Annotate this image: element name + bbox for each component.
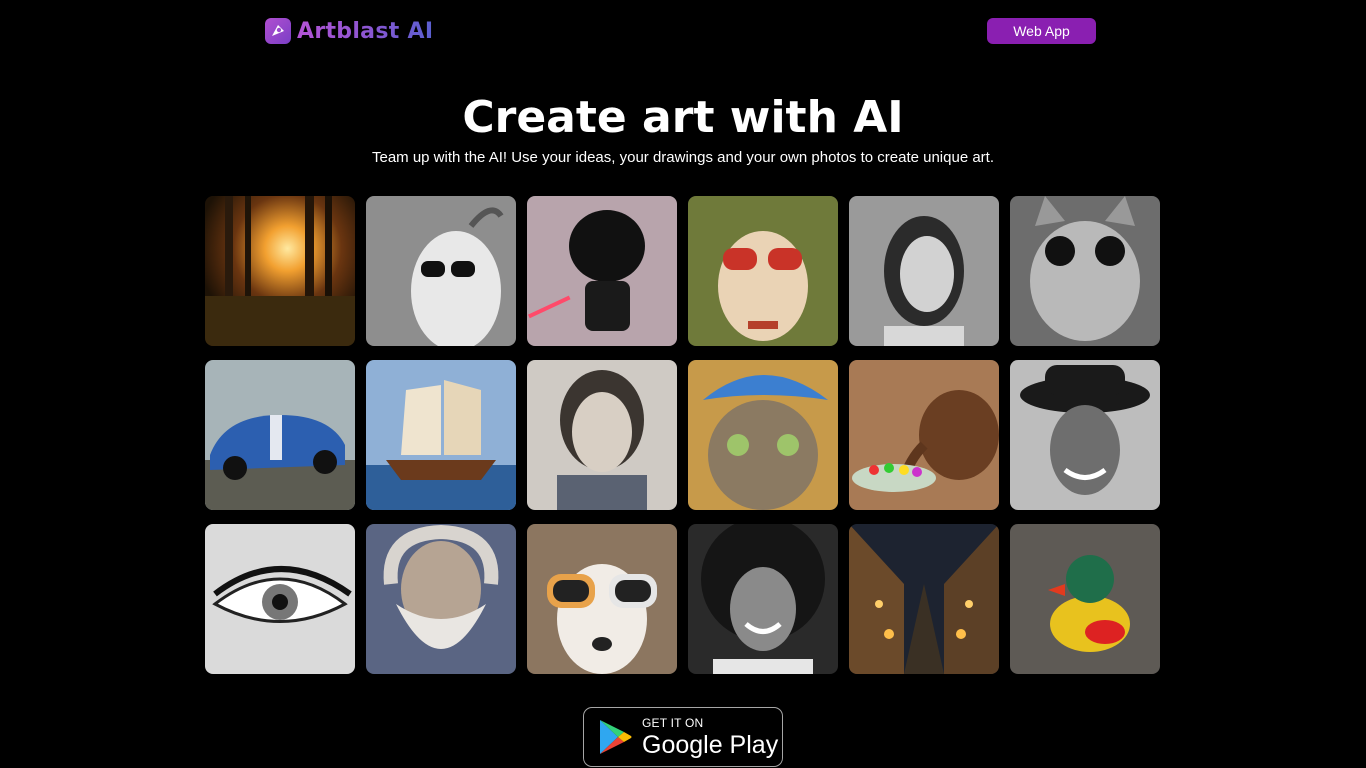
gallery-image-cat-with-blue-hat[interactable] — [688, 360, 838, 510]
gallery-image-rubber-duck[interactable] — [1010, 524, 1160, 674]
gallery-image-old-wizard-portrait[interactable] — [366, 524, 516, 674]
gallery-image-sailing-ship[interactable] — [366, 360, 516, 510]
page-title: Create art with AI — [462, 92, 904, 143]
google-play-icon — [598, 718, 632, 756]
brand-logo[interactable]: Artblast AI — [265, 17, 433, 45]
artblast-logo-icon — [265, 18, 291, 44]
badge-store-name: Google Play — [642, 730, 779, 759]
gallery-image-goat-with-sunglasses[interactable] — [366, 196, 516, 346]
art-gallery — [205, 196, 1160, 674]
brand-name: Artblast AI — [297, 18, 434, 44]
gallery-image-painted-girl-portrait[interactable] — [527, 360, 677, 510]
gallery-image-night-street[interactable] — [849, 524, 999, 674]
gallery-image-wooden-elephant-with-candy[interactable] — [849, 360, 999, 510]
gallery-image-forest-sunset[interactable] — [205, 196, 355, 346]
gallery-image-smiling-woman-with-hat-bw[interactable] — [1010, 360, 1160, 510]
gallery-image-smiling-woman-bw[interactable] — [688, 524, 838, 674]
gallery-image-eye-closeup-bw[interactable] — [205, 524, 355, 674]
page-subtitle: Team up with the AI! Use your ideas, you… — [371, 149, 995, 166]
gallery-image-dog-with-white-sunglasses[interactable] — [527, 524, 677, 674]
gallery-image-blue-sports-car[interactable] — [205, 360, 355, 510]
gallery-image-dog-with-red-sunglasses[interactable] — [688, 196, 838, 346]
gallery-image-cat-with-sunglasses-bw[interactable] — [1010, 196, 1160, 346]
gallery-image-woman-portrait-bw[interactable] — [849, 196, 999, 346]
gallery-image-darth-vader-figure[interactable] — [527, 196, 677, 346]
badge-small-text: GET IT ON — [642, 715, 704, 730]
web-app-button[interactable]: Web App — [987, 18, 1096, 44]
site-header: Artblast AI Web App — [0, 0, 1366, 62]
google-play-badge[interactable]: GET IT ON Google Play — [583, 707, 783, 767]
